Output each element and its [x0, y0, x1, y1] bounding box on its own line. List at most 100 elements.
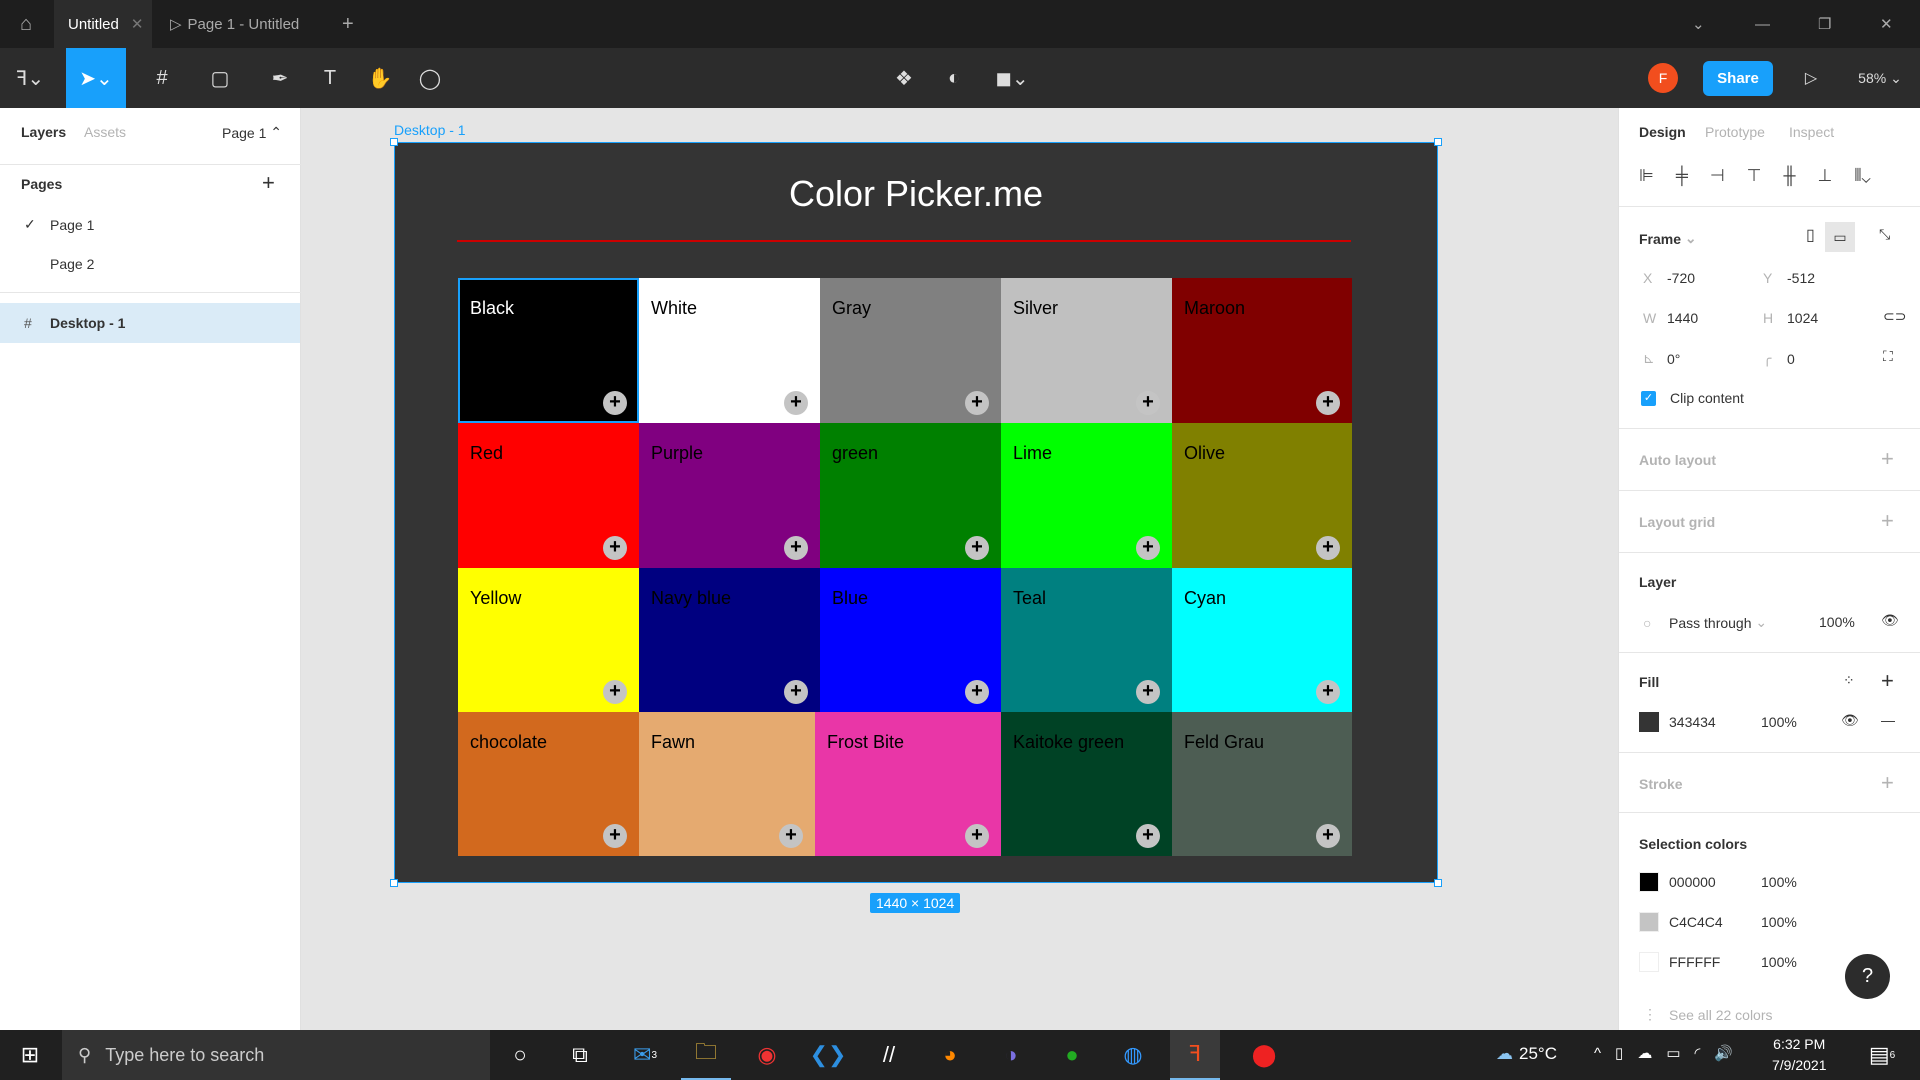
color-cell[interactable]: Silver + — [1001, 278, 1172, 423]
component-icon[interactable]: ❖ — [888, 48, 920, 108]
selection-color-row[interactable]: C4C4C4 100% — [1639, 912, 1797, 932]
h-input[interactable]: 1024 — [1787, 310, 1818, 326]
figma-icon[interactable]: ꟻ — [1170, 1030, 1220, 1080]
frame-tool-icon[interactable]: # — [140, 48, 184, 108]
avatar[interactable]: F — [1648, 63, 1678, 93]
color-cell[interactable]: Kaitoke green + — [1001, 712, 1172, 856]
add-color-icon[interactable]: + — [1136, 536, 1160, 560]
add-layout-grid-icon[interactable]: + — [1881, 508, 1894, 534]
figma-menu-icon[interactable]: ꟻ⌄ — [8, 48, 52, 108]
x-input[interactable]: -720 — [1667, 270, 1695, 286]
add-auto-layout-icon[interactable]: + — [1881, 446, 1894, 472]
pen-tool-icon[interactable]: ✒ — [258, 48, 302, 108]
windows-start-icon[interactable]: ⊞ — [5, 1030, 55, 1080]
add-color-icon[interactable]: + — [1316, 824, 1340, 848]
selection-color-row[interactable]: FFFFFF 100% — [1639, 952, 1797, 972]
clip-content-checkbox[interactable]: ✓ — [1641, 390, 1656, 406]
onedrive-icon[interactable]: ☁ — [1637, 1044, 1652, 1062]
volume-icon[interactable]: 🔊 — [1714, 1044, 1733, 1062]
task-view-icon[interactable]: ⧉ — [555, 1030, 605, 1080]
selection-color-row[interactable]: 000000 100% — [1639, 872, 1797, 892]
color-cell[interactable]: Teal + — [1001, 568, 1172, 712]
comment-tool-icon[interactable]: ◯ — [414, 48, 446, 108]
record-icon[interactable]: ⬤ — [1239, 1030, 1289, 1080]
color-cell[interactable]: Frost Bite + — [815, 712, 1001, 856]
color-cell[interactable]: White + — [639, 278, 820, 423]
home-icon[interactable]: ⌂ — [0, 0, 52, 48]
tab-layers[interactable]: Layers — [21, 124, 66, 140]
fill-swatch[interactable] — [1639, 712, 1659, 732]
color-cell[interactable]: Black + — [458, 278, 639, 423]
resize-handle[interactable] — [1434, 879, 1442, 887]
distribute-icon[interactable]: ⫴⌄ — [1854, 166, 1870, 186]
align-center-icon[interactable]: ╪ — [1676, 166, 1688, 186]
rotation-input[interactable]: 0° — [1667, 351, 1680, 367]
text-tool-icon[interactable]: T — [314, 48, 346, 108]
zoom-dropdown[interactable]: 58% ⌄ — [1850, 48, 1910, 108]
close-window-icon[interactable]: ✕ — [1880, 0, 1893, 48]
taskbar-search[interactable]: ⚲ Type here to search — [62, 1030, 490, 1080]
app-icon[interactable]: // — [864, 1030, 914, 1080]
color-cell[interactable]: Fawn + — [639, 712, 815, 856]
color-swatch[interactable] — [1639, 912, 1659, 932]
color-cell[interactable]: Olive + — [1172, 423, 1352, 568]
file-explorer-icon[interactable]: 🗀 — [681, 1030, 731, 1080]
minimize-icon[interactable]: — — [1755, 0, 1770, 48]
eye-icon[interactable]: 👁 — [1841, 712, 1859, 729]
rectangle-tool-icon[interactable]: ▢ — [198, 48, 242, 108]
add-color-icon[interactable]: + — [1136, 680, 1160, 704]
add-color-icon[interactable]: + — [965, 536, 989, 560]
add-color-icon[interactable]: + — [784, 680, 808, 704]
notifications-icon[interactable]: ▤ 6 — [1857, 1030, 1907, 1080]
color-cell[interactable]: Navy blue + — [639, 568, 820, 712]
help-button[interactable]: ? — [1845, 954, 1890, 999]
add-color-icon[interactable]: + — [1316, 391, 1340, 415]
close-icon[interactable]: ✕ — [131, 15, 144, 33]
color-swatch[interactable] — [1639, 872, 1659, 892]
wifi-icon[interactable]: ◜ — [1695, 1044, 1701, 1062]
page-item-1[interactable]: ✓ Page 1 — [24, 216, 94, 233]
page-selector[interactable]: Page 1 ⌃ — [222, 124, 282, 141]
color-cell[interactable]: Feld Grau + — [1172, 712, 1352, 856]
resize-handle[interactable] — [390, 879, 398, 887]
chrome-icon[interactable]: ◉ — [742, 1030, 792, 1080]
app-icon[interactable]: ◍ — [1108, 1030, 1158, 1080]
add-color-icon[interactable]: + — [603, 680, 627, 704]
tab-prototype[interactable]: ▷ Page 1 - Untitled — [170, 0, 299, 48]
tab-design[interactable]: Design — [1639, 124, 1686, 140]
device-icon[interactable]: ▯ — [1615, 1044, 1623, 1062]
add-color-icon[interactable]: + — [603, 824, 627, 848]
color-swatch[interactable] — [1639, 952, 1659, 972]
add-color-icon[interactable]: + — [1136, 824, 1160, 848]
add-color-icon[interactable]: + — [779, 824, 803, 848]
firefox-icon[interactable]: ◕ — [925, 1030, 975, 1080]
move-tool-icon[interactable]: ➤⌄ — [66, 48, 126, 108]
portrait-icon[interactable]: ▯ — [1806, 225, 1815, 245]
color-cell[interactable]: Cyan + — [1172, 568, 1352, 712]
page-item-2[interactable]: Page 2 — [50, 256, 94, 272]
mask-icon[interactable]: ◐ — [938, 48, 970, 108]
boolean-icon[interactable]: ◼⌄ — [990, 48, 1034, 108]
chevron-up-icon[interactable]: ^ — [1594, 1045, 1601, 1062]
fill-opacity-input[interactable]: 100% — [1761, 714, 1797, 730]
remove-fill-icon[interactable]: — — [1881, 712, 1895, 728]
tab-assets[interactable]: Assets — [84, 124, 126, 140]
add-color-icon[interactable]: + — [603, 536, 627, 560]
battery-icon[interactable]: ▭ — [1666, 1044, 1680, 1062]
constrain-proportions-icon[interactable]: ⊂⊃ — [1883, 308, 1906, 325]
add-color-icon[interactable]: + — [965, 391, 989, 415]
add-color-icon[interactable]: + — [1316, 536, 1340, 560]
style-icon[interactable]: ⁘ — [1843, 672, 1855, 689]
vscode-icon[interactable]: ❮❯ — [803, 1030, 853, 1080]
color-cell[interactable]: Lime + — [1001, 423, 1172, 568]
align-bottom-icon[interactable]: ⊥ — [1818, 166, 1833, 186]
add-color-icon[interactable]: + — [1136, 391, 1160, 415]
radius-input[interactable]: 0 — [1787, 351, 1795, 367]
color-cell[interactable]: chocolate + — [458, 712, 639, 856]
y-input[interactable]: -512 — [1787, 270, 1815, 286]
color-cell[interactable]: Blue + — [820, 568, 1001, 712]
chevron-down-icon[interactable]: ⌄ — [1692, 0, 1705, 48]
hand-tool-icon[interactable]: ✋ — [364, 48, 396, 108]
layer-opacity-input[interactable]: 100% — [1819, 614, 1855, 630]
mail-icon[interactable]: ✉ 3 — [620, 1030, 670, 1080]
